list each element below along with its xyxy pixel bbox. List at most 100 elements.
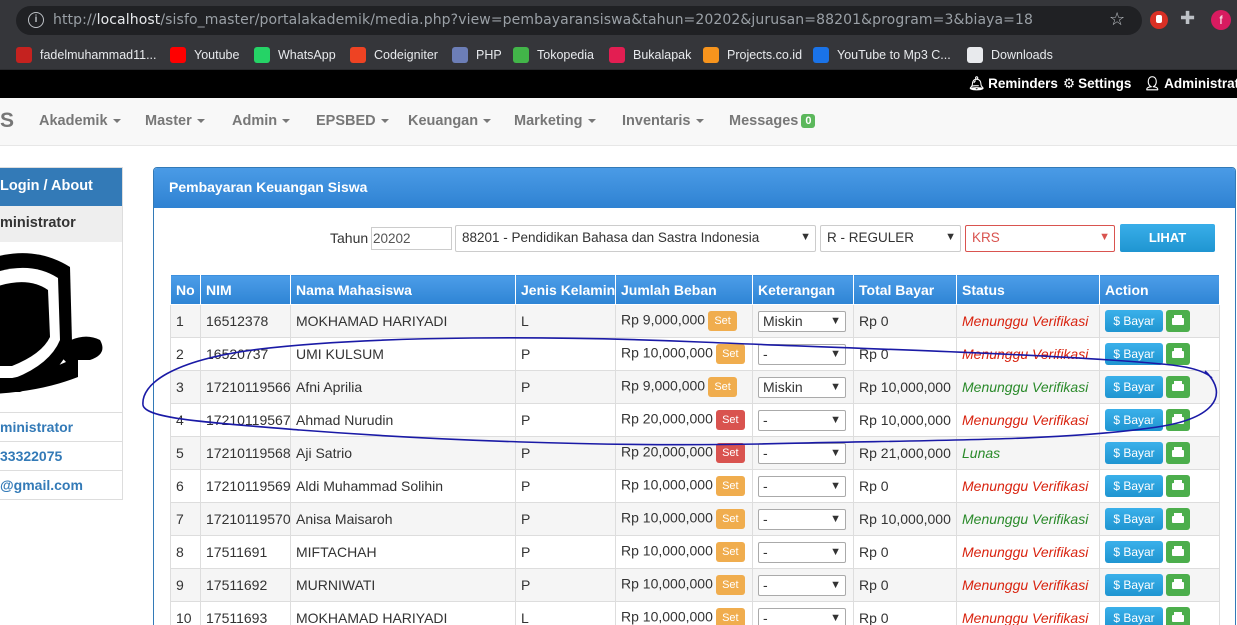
keterangan-select[interactable]: - ▼: [758, 607, 846, 625]
keterangan-select[interactable]: - ▼: [758, 508, 846, 530]
print-icon[interactable]: [1166, 508, 1190, 530]
admin-user-link[interactable]: 👤︎Administrato: [1144, 76, 1237, 92]
sidebar-login-about[interactable]: Login / About: [0, 168, 122, 206]
nav-marketing[interactable]: Marketing: [514, 113, 596, 129]
status-text: Menunggu Verifikasi: [962, 511, 1089, 527]
print-icon[interactable]: [1166, 442, 1190, 464]
set-button[interactable]: Set: [715, 575, 745, 595]
bayar-button[interactable]: $ Bayar: [1105, 343, 1163, 365]
bookmark-item[interactable]: Codeigniter: [350, 45, 438, 65]
bell-icon: 🔔︎: [968, 76, 986, 91]
bookmark-item[interactable]: Bukalapak: [609, 45, 691, 65]
bookmark-item[interactable]: Youtube: [170, 45, 239, 65]
set-button[interactable]: Set: [708, 377, 738, 397]
program-select[interactable]: R - REGULER ▼: [820, 225, 961, 252]
bookmark-label: Downloads: [991, 48, 1053, 62]
lihat-button[interactable]: LIHAT: [1120, 224, 1215, 252]
bookmark-item[interactable]: Projects.co.id: [703, 45, 802, 65]
set-button[interactable]: Set: [715, 410, 745, 430]
bookmark-favicon-icon: [452, 47, 468, 63]
keterangan-value: -: [763, 477, 768, 494]
sidebar-phone[interactable]: 33322075: [0, 441, 122, 470]
status-text: Menunggu Verifikasi: [962, 478, 1089, 494]
print-icon[interactable]: [1166, 475, 1190, 497]
extensions-puzzle-icon[interactable]: ✚: [1180, 8, 1195, 29]
keterangan-select[interactable]: Miskin ▼: [758, 310, 846, 332]
keterangan-select[interactable]: - ▼: [758, 475, 846, 497]
table-row: 8 17511691 MIFTACHAH P Rp 10,000,000 Set - ▼ Rp …: [170, 535, 1220, 569]
bookmark-item[interactable]: Tokopedia: [513, 45, 594, 65]
bayar-button[interactable]: $ Bayar: [1105, 409, 1163, 431]
table-row: 2 16520737 UMI KULSUM P Rp 10,000,000 Set - ▼ Rp…: [170, 337, 1220, 371]
print-icon[interactable]: [1166, 409, 1190, 431]
bayar-button[interactable]: $ Bayar: [1105, 442, 1163, 464]
bookmark-item[interactable]: Downloads: [967, 45, 1053, 65]
cell-keterangan: Miskin ▼: [752, 370, 854, 404]
bayar-button[interactable]: $ Bayar: [1105, 310, 1163, 332]
sidebar-role-link[interactable]: ministrator: [0, 412, 122, 441]
status-text: Menunggu Verifikasi: [962, 610, 1089, 625]
cell-keterangan: - ▼: [752, 469, 854, 503]
set-button[interactable]: Set: [715, 509, 745, 529]
print-icon[interactable]: [1166, 343, 1190, 365]
bookmark-favicon-icon: [513, 47, 529, 63]
tahun-input[interactable]: [371, 227, 452, 250]
set-button[interactable]: Set: [708, 311, 738, 331]
profile-avatar[interactable]: f: [1211, 10, 1231, 30]
brand-logo-text[interactable]: S: [0, 109, 14, 133]
table-row: 7 17210119570 Anisa Maisaroh P Rp 10,000,000…: [170, 502, 1220, 536]
settings-link[interactable]: ⚙ Settings: [1063, 76, 1131, 92]
bookmark-item[interactable]: fadelmuhammad11...: [16, 45, 157, 65]
url-text[interactable]: http://localhost/sisfo_master/portalakad…: [53, 12, 1033, 28]
biaya-select[interactable]: KRS ▼: [965, 225, 1115, 252]
bookmark-item[interactable]: YouTube to Mp3 C...: [813, 45, 951, 65]
nav-master[interactable]: Master: [145, 113, 205, 129]
bayar-button[interactable]: $ Bayar: [1105, 508, 1163, 530]
cell-keterangan: - ▼: [752, 502, 854, 536]
nav-messages[interactable]: Messages 0: [729, 113, 816, 129]
keterangan-select[interactable]: - ▼: [758, 574, 846, 596]
bookmark-favicon-icon: [609, 47, 625, 63]
bookmarks-bar: fadelmuhammad11... Youtube WhatsApp Codeign…: [0, 40, 1237, 70]
jurusan-select[interactable]: 88201 - Pendidikan Bahasa dan Sastra Ind…: [455, 225, 816, 252]
cell-nim: 17210119567: [200, 403, 291, 437]
keterangan-select[interactable]: - ▼: [758, 541, 846, 563]
nav-akademik[interactable]: Akademik: [39, 113, 121, 129]
nav-keuangan[interactable]: Keuangan: [408, 113, 492, 129]
set-button[interactable]: Set: [715, 344, 745, 364]
info-icon[interactable]: i: [28, 12, 44, 28]
bayar-button[interactable]: $ Bayar: [1105, 574, 1163, 596]
set-button[interactable]: Set: [715, 542, 745, 562]
nav-inventaris[interactable]: Inventaris: [622, 113, 704, 129]
sidebar-email[interactable]: @gmail.com: [0, 470, 122, 499]
address-bar[interactable]: i http://localhost/sisfo_master/portalak…: [16, 6, 1142, 35]
reminders-link[interactable]: 🔔︎ Reminders: [968, 76, 1058, 92]
bookmark-item[interactable]: PHP: [452, 45, 502, 65]
bookmark-item[interactable]: WhatsApp: [254, 45, 336, 65]
bayar-button[interactable]: $ Bayar: [1105, 607, 1163, 625]
print-icon[interactable]: [1166, 310, 1190, 332]
set-button[interactable]: Set: [715, 443, 745, 463]
bookmark-favicon-icon: [967, 47, 983, 63]
status-text: Menunggu Verifikasi: [962, 313, 1089, 329]
bookmark-star-icon[interactable]: ☆: [1109, 8, 1125, 30]
nav-admin[interactable]: Admin: [232, 113, 291, 129]
extension-icon[interactable]: [1150, 11, 1168, 29]
print-icon[interactable]: [1166, 541, 1190, 563]
set-button[interactable]: Set: [715, 608, 745, 625]
keterangan-select[interactable]: - ▼: [758, 343, 846, 365]
cell-nim: 17210119566: [200, 370, 291, 404]
keterangan-select[interactable]: - ▼: [758, 442, 846, 464]
print-icon[interactable]: [1166, 376, 1190, 398]
set-button[interactable]: Set: [715, 476, 745, 496]
cell-jumlah-beban: Rp 9,000,000 Set: [615, 370, 753, 404]
bayar-button[interactable]: $ Bayar: [1105, 376, 1163, 398]
bayar-button[interactable]: $ Bayar: [1105, 541, 1163, 563]
status-text: Menunggu Verifikasi: [962, 544, 1089, 560]
keterangan-select[interactable]: - ▼: [758, 409, 846, 431]
nav-epsbed[interactable]: EPSBED: [316, 113, 389, 129]
bayar-button[interactable]: $ Bayar: [1105, 475, 1163, 497]
keterangan-select[interactable]: Miskin ▼: [758, 376, 846, 398]
print-icon[interactable]: [1166, 607, 1190, 625]
print-icon[interactable]: [1166, 574, 1190, 596]
